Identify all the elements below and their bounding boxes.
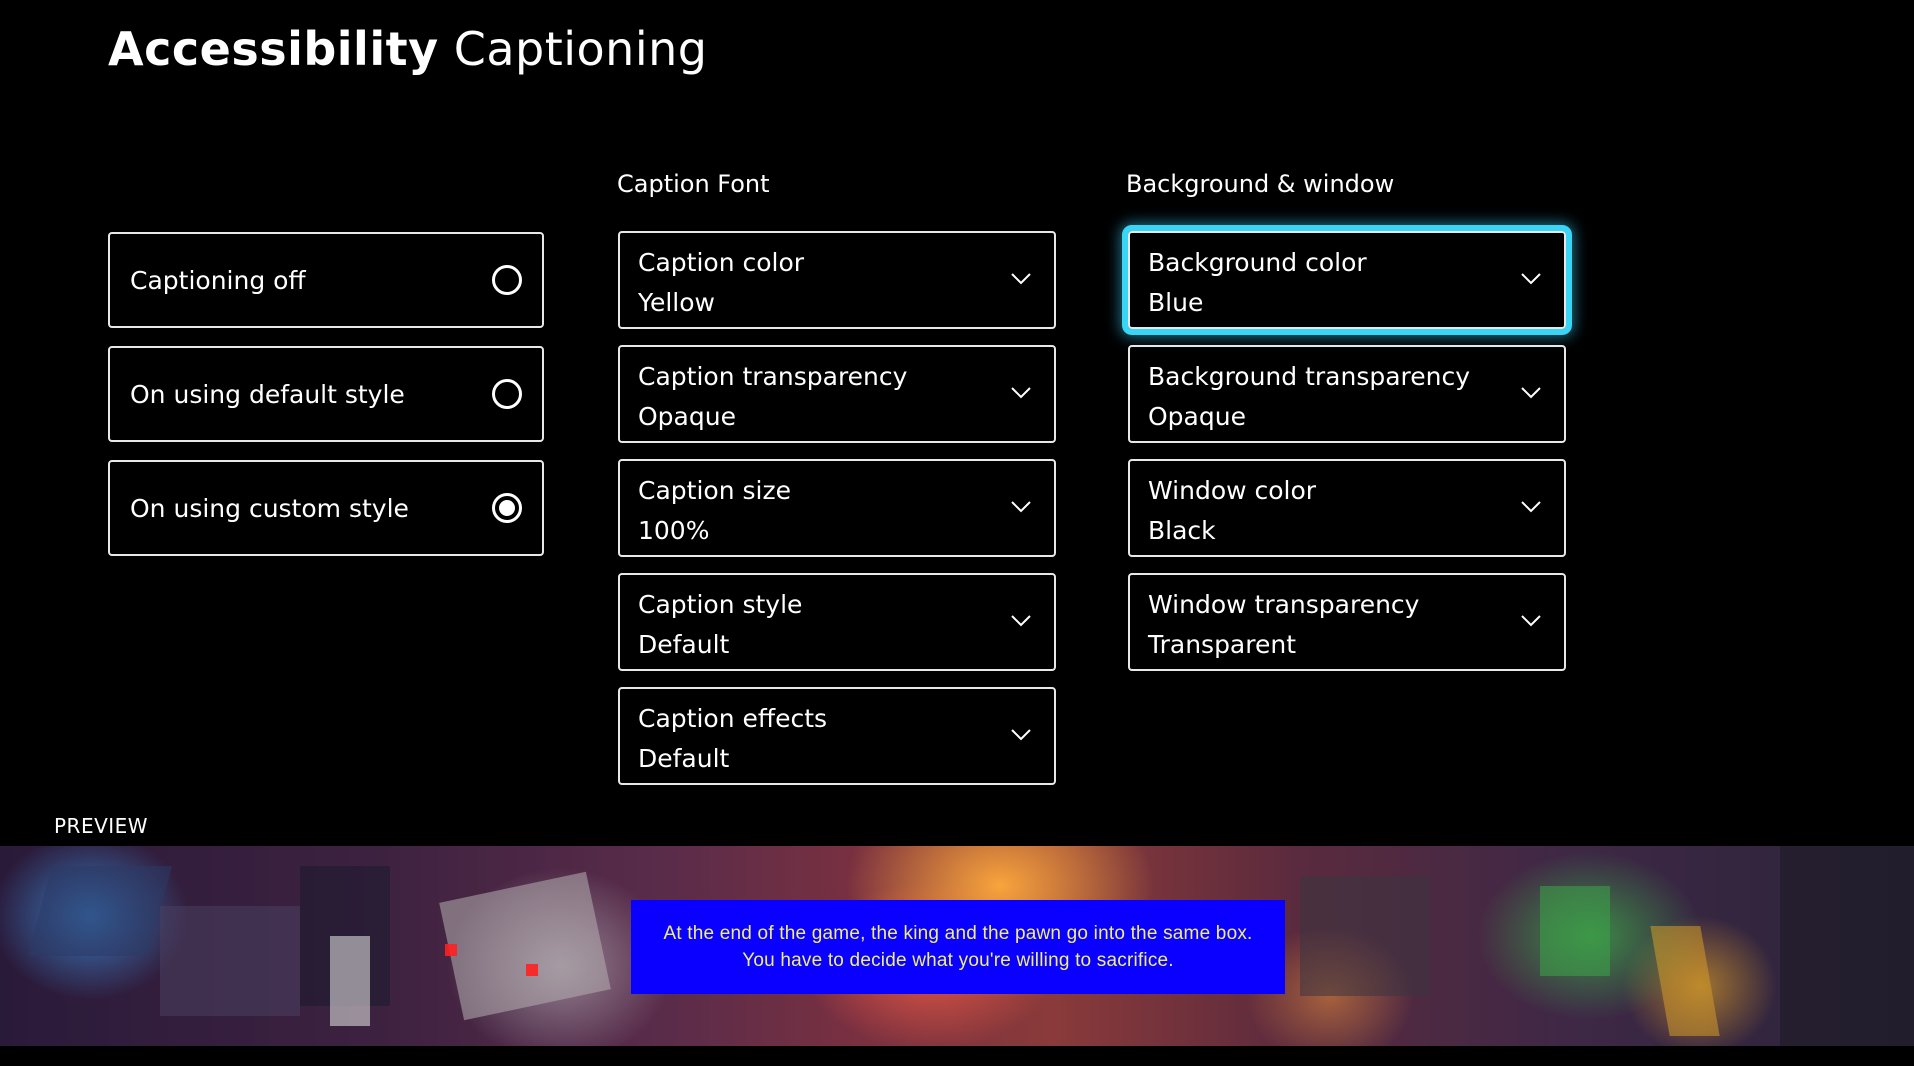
dropdown-label: Caption transparency (638, 362, 908, 391)
preview-art-block (160, 906, 300, 1016)
dropdown-value: Opaque (638, 402, 736, 431)
caption-color-dropdown[interactable]: Caption color Yellow (618, 231, 1056, 329)
caption-style-dropdown[interactable]: Caption style Default (618, 573, 1056, 671)
radio-captioning-off[interactable]: Captioning off (108, 232, 544, 328)
background-window-header: Background & window (1126, 170, 1395, 198)
chevron-down-icon (1521, 273, 1541, 285)
chevron-down-icon (1011, 729, 1031, 741)
preview-art-block (1780, 846, 1914, 1046)
dropdown-label: Window transparency (1148, 590, 1420, 619)
page-title-page: Captioning (453, 22, 708, 76)
dropdown-label: Background transparency (1148, 362, 1471, 391)
radio-on-custom-style[interactable]: On using custom style (108, 460, 544, 556)
dropdown-value: Transparent (1148, 630, 1297, 659)
preview-art-block (330, 936, 370, 1026)
preview-art-eye (445, 944, 457, 956)
window-transparency-dropdown[interactable]: Window transparency Transparent (1128, 573, 1566, 671)
dropdown-value: 100% (638, 516, 710, 545)
preview-art-block (27, 866, 173, 956)
dropdown-value: Default (638, 630, 730, 659)
preview-art-block (1650, 926, 1720, 1036)
dropdown-label: Window color (1148, 476, 1317, 505)
dropdown-value: Blue (1148, 288, 1204, 317)
chevron-down-icon (1011, 615, 1031, 627)
radio-unchecked-icon (492, 265, 522, 295)
dropdown-label: Caption size (638, 476, 791, 505)
background-color-dropdown[interactable]: Background color Blue (1128, 231, 1566, 329)
radio-label: On using default style (130, 379, 405, 409)
radio-label: On using custom style (130, 493, 409, 523)
dropdown-label: Caption color (638, 248, 805, 277)
chevron-down-icon (1521, 501, 1541, 513)
page-title-section: Accessibility (108, 22, 439, 76)
radio-label: Captioning off (130, 265, 306, 295)
dropdown-label: Caption effects (638, 704, 828, 733)
dropdown-value: Yellow (638, 288, 715, 317)
preview-label: PREVIEW (54, 814, 149, 838)
dropdown-value: Opaque (1148, 402, 1246, 431)
caption-preview-window: At the end of the game, the king and the… (631, 900, 1285, 994)
preview-art-block (439, 871, 611, 1021)
dropdown-label: Background color (1148, 248, 1367, 277)
preview-art-block (1300, 876, 1430, 996)
caption-preview-line: At the end of the game, the king and the… (663, 923, 1253, 944)
caption-font-header: Caption Font (617, 170, 770, 198)
radio-on-default-style[interactable]: On using default style (108, 346, 544, 442)
window-color-dropdown[interactable]: Window color Black (1128, 459, 1566, 557)
background-transparency-dropdown[interactable]: Background transparency Opaque (1128, 345, 1566, 443)
radio-checked-icon (492, 493, 522, 523)
radio-unchecked-icon (492, 379, 522, 409)
page-title: Accessibility Captioning (108, 22, 707, 76)
chevron-down-icon (1011, 501, 1031, 513)
chevron-down-icon (1011, 273, 1031, 285)
chevron-down-icon (1011, 387, 1031, 399)
caption-effects-dropdown[interactable]: Caption effects Default (618, 687, 1056, 785)
caption-size-dropdown[interactable]: Caption size 100% (618, 459, 1056, 557)
dropdown-value: Default (638, 744, 730, 773)
preview-art-eye (526, 964, 538, 976)
preview-art-block (1540, 886, 1610, 976)
chevron-down-icon (1521, 387, 1541, 399)
caption-transparency-dropdown[interactable]: Caption transparency Opaque (618, 345, 1056, 443)
chevron-down-icon (1521, 615, 1541, 627)
caption-preview-line: You have to decide what you're willing t… (742, 950, 1174, 971)
dropdown-value: Black (1148, 516, 1216, 545)
dropdown-label: Caption style (638, 590, 803, 619)
